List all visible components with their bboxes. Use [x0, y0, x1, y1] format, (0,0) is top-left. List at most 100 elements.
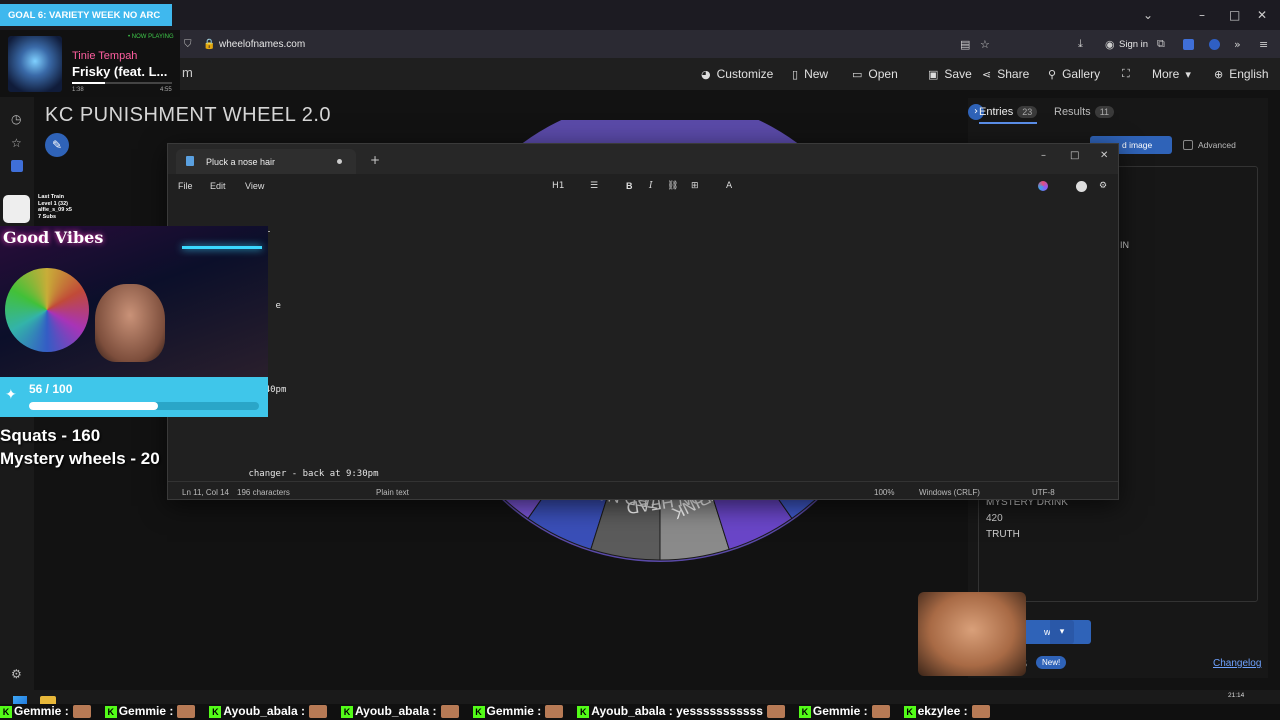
- reader-view-icon[interactable]: ▤: [960, 38, 970, 51]
- profile-icon[interactable]: [1076, 181, 1087, 192]
- list-format-icon[interactable]: ☰: [590, 181, 598, 191]
- download-icon[interactable]: ⤓: [1078, 37, 1083, 51]
- notepad-app-icon: [186, 156, 194, 166]
- bookmark-star-icon[interactable]: ☆: [980, 38, 990, 51]
- settings-gear-icon[interactable]: ⚙: [11, 667, 22, 681]
- sidebar-extension-icon[interactable]: [11, 160, 23, 172]
- app-menu-icon[interactable]: ≡: [1259, 38, 1268, 51]
- text-format[interactable]: Plain text: [376, 488, 409, 497]
- globe-icon: ⊕: [1214, 67, 1224, 81]
- now-playing-progress: [72, 82, 172, 84]
- save-icon: ▣: [928, 67, 939, 81]
- chat-text: Gemmie :: [118, 704, 174, 718]
- chat-text: Gemmie :: [14, 704, 69, 718]
- close-icon[interactable]: ✕: [1257, 8, 1267, 22]
- now-playing-badge: • NOW PLAYING: [128, 34, 174, 40]
- spin-dropdown-icon[interactable]: ▾: [1050, 620, 1074, 644]
- unsaved-dot-icon[interactable]: [337, 159, 342, 164]
- url-text[interactable]: wheelofnames.com: [219, 39, 305, 50]
- more-menu[interactable]: More ▾: [1152, 67, 1191, 81]
- site-brand[interactable]: m: [182, 65, 193, 80]
- mini-wheel: [5, 268, 89, 352]
- link-icon[interactable]: ⛓: [667, 181, 678, 191]
- menu-file[interactable]: File: [178, 181, 193, 191]
- emote-icon: [971, 705, 990, 719]
- entries-fragment: IN: [1120, 240, 1129, 250]
- chat-message: K Gemmie :: [472, 704, 568, 719]
- address-bar[interactable]: ⛉ 🔒 wheelofnames.com ▤ ☆ ⤓ ◉ Sign in ⧉ »…: [172, 30, 1280, 58]
- history-icon[interactable]: ◷: [11, 112, 21, 126]
- bold-icon[interactable]: B: [626, 181, 633, 191]
- table-icon[interactable]: ⊞: [691, 181, 699, 191]
- notepad-close-icon[interactable]: ✕: [1100, 150, 1108, 161]
- palette-icon: ◕: [701, 67, 711, 81]
- italic-icon[interactable]: I: [649, 181, 653, 191]
- extension-shield-icon[interactable]: [1183, 38, 1194, 50]
- notepad-minimize-icon[interactable]: –: [1041, 150, 1046, 161]
- extension-globe-icon[interactable]: [1209, 38, 1220, 50]
- tab-entries-label: Entries: [979, 106, 1014, 118]
- new-button[interactable]: ▯ New: [792, 67, 828, 81]
- shield-icon[interactable]: ⛉: [184, 39, 192, 50]
- emote-icon: [440, 705, 459, 719]
- bookmarks-icon[interactable]: ☆: [11, 136, 22, 150]
- advanced-checkbox[interactable]: [1183, 140, 1193, 150]
- lock-icon[interactable]: 🔒: [203, 39, 215, 50]
- sign-in-button[interactable]: Sign in: [1119, 39, 1148, 50]
- encoding[interactable]: UTF-8: [1032, 488, 1055, 497]
- tab-entries[interactable]: Entries 23: [979, 106, 1038, 124]
- share-button[interactable]: ⋖ Share: [982, 67, 1029, 81]
- gallery-button[interactable]: ⚲ Gallery: [1048, 67, 1100, 81]
- character-count: 196 characters: [237, 488, 290, 497]
- share-label: Share: [997, 67, 1030, 81]
- emote-icon: [72, 705, 91, 719]
- clear-format-icon[interactable]: A: [726, 181, 732, 191]
- tab-results[interactable]: Results 11: [1054, 106, 1115, 118]
- kick-badge-icon: K: [340, 705, 353, 718]
- save-label: Save: [944, 67, 972, 81]
- gallery-label: Gallery: [1062, 67, 1101, 81]
- chat-message: K Gemmie :: [104, 704, 200, 719]
- add-image-label: d image: [1122, 140, 1153, 150]
- clock[interactable]: 21:14: [1228, 692, 1244, 699]
- menu-view[interactable]: View: [245, 181, 264, 191]
- customize-button[interactable]: ◕ Customize: [701, 67, 773, 81]
- entry-item: TRUTH: [986, 529, 1020, 540]
- account-icon[interactable]: ◉: [1105, 38, 1115, 51]
- tab-list-icon[interactable]: ⌄: [1143, 8, 1153, 22]
- tab-results-label: Results: [1054, 106, 1091, 118]
- maximize-icon[interactable]: □: [1229, 8, 1240, 22]
- notepad-maximize-icon[interactable]: □: [1070, 150, 1079, 161]
- extensions-icon[interactable]: ⧉: [1157, 37, 1165, 51]
- new-file-icon: ▯: [792, 67, 799, 81]
- goal-star-icon: ✦: [5, 387, 17, 403]
- menu-edit[interactable]: Edit: [210, 181, 226, 191]
- share-icon: ⋖: [982, 67, 992, 81]
- album-art: [8, 36, 62, 92]
- hype-train-widget: Last Train Level 1 (32) alfie_s_09 x5 7 …: [0, 193, 80, 229]
- save-button[interactable]: ▣ Save: [928, 67, 972, 81]
- kick-badge-icon: K: [104, 705, 117, 718]
- entries-count-badge: 23: [1017, 106, 1038, 118]
- kick-badge-icon: K: [577, 705, 590, 718]
- edit-title-button[interactable]: ✎: [45, 133, 69, 157]
- notepad-settings-icon[interactable]: ⚙: [1099, 181, 1107, 191]
- minimize-icon[interactable]: –: [1199, 8, 1205, 22]
- heading-selector[interactable]: H1: [552, 181, 565, 191]
- customize-label: Customize: [716, 67, 774, 81]
- site-toolbar: m ◕ Customize ▯ New ▭ Open ▣ Save ⋖ Share ⚲ Ga…: [172, 58, 1280, 90]
- emote-icon: [308, 705, 327, 719]
- notepad-tab[interactable]: Pluck a nose hair: [176, 149, 356, 174]
- overflow-chevron-icon[interactable]: »: [1234, 38, 1241, 51]
- led-strip: [182, 246, 262, 249]
- new-tab-icon[interactable]: +: [370, 153, 380, 167]
- pencil-icon: ✎: [51, 138, 63, 152]
- copilot-icon[interactable]: [1038, 181, 1048, 191]
- fullscreen-button[interactable]: ⛶: [1122, 67, 1130, 81]
- language-menu[interactable]: ⊕ English: [1214, 67, 1269, 81]
- zoom-level[interactable]: 100%: [874, 488, 894, 497]
- open-button[interactable]: ▭ Open: [852, 67, 898, 81]
- line-endings[interactable]: Windows (CRLF): [919, 488, 980, 497]
- search-icon: ⚲: [1048, 67, 1057, 81]
- changelog-link[interactable]: Changelog: [1213, 658, 1261, 669]
